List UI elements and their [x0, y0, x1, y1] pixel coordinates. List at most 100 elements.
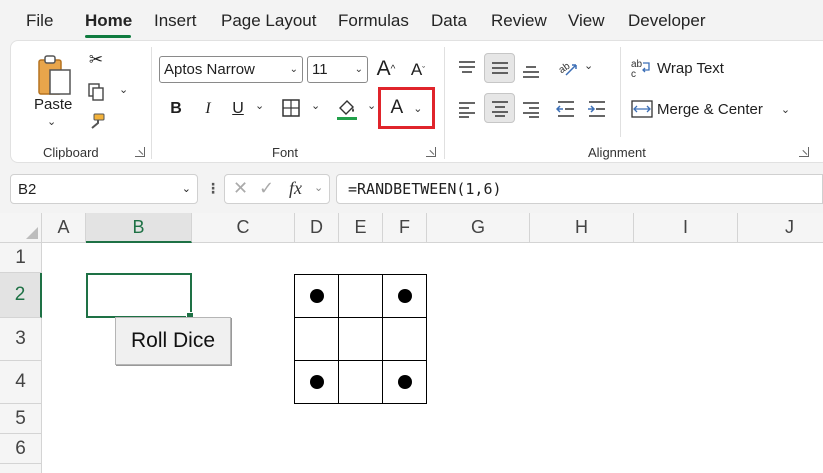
row-header-1[interactable]: 1	[0, 243, 42, 273]
font-name-value: Aptos Narrow	[164, 61, 255, 78]
name-box[interactable]: B2 ⌄	[10, 174, 198, 204]
fill-color-button[interactable]	[335, 95, 359, 123]
tab-data[interactable]: Data	[431, 11, 467, 31]
grow-font-icon: A	[376, 57, 391, 80]
paste-dropdown-chevron-icon[interactable]: ⌄	[47, 115, 56, 128]
orientation-dropdown-chevron-icon[interactable]: ⌄	[584, 59, 593, 72]
ribbon: Paste ⌄ ✂ ⌄ Clipboard Aptos Narrow ⌄ 11 …	[10, 40, 823, 163]
shrink-font-button[interactable]: Aˇ	[406, 57, 430, 83]
column-header-e[interactable]: E	[339, 213, 383, 243]
font-size-select[interactable]: 11 ⌄	[307, 56, 368, 83]
dice-cell	[383, 361, 426, 403]
select-all-button[interactable]	[0, 213, 42, 243]
align-left-button[interactable]	[454, 97, 480, 121]
chevron-down-icon[interactable]: ⌄	[314, 181, 323, 194]
font-color-button[interactable]: A ⌄	[378, 87, 435, 129]
cut-icon[interactable]: ✂	[86, 50, 106, 70]
enter-icon[interactable]: ✓	[259, 178, 274, 199]
row-header-7[interactable]	[0, 464, 42, 473]
group-separator	[620, 47, 621, 137]
svg-text:ab: ab	[558, 60, 573, 76]
roll-dice-button[interactable]: Roll Dice	[115, 317, 231, 365]
column-header-i[interactable]: I	[634, 213, 738, 243]
chevron-down-icon: ⌄	[181, 183, 191, 195]
chevron-down-icon: ⌄	[354, 64, 363, 75]
column-header-h[interactable]: H	[530, 213, 634, 243]
alignment-group-label: Alignment	[588, 145, 646, 160]
insert-function-icon[interactable]: fx	[289, 178, 302, 199]
column-header-f[interactable]: F	[383, 213, 427, 243]
tab-developer[interactable]: Developer	[628, 11, 706, 31]
copy-icon[interactable]	[85, 81, 107, 103]
dice-cell	[295, 275, 339, 318]
bold-button[interactable]: B	[165, 97, 187, 121]
more-options-icon[interactable]: ⋮	[206, 180, 220, 197]
align-center-button[interactable]	[484, 93, 515, 123]
fill-color-dropdown-chevron-icon[interactable]: ⌄	[367, 99, 376, 112]
cancel-icon[interactable]: ✕	[233, 178, 248, 199]
clipboard-dialog-launcher-icon[interactable]	[135, 147, 145, 157]
middle-align-icon	[491, 62, 508, 74]
font-dialog-launcher-icon[interactable]	[426, 147, 436, 157]
chevron-down-icon: ⌄	[289, 64, 298, 75]
orientation-icon: ab	[558, 60, 577, 76]
row-header-6[interactable]: 6	[0, 434, 42, 464]
row-header-4[interactable]: 4	[0, 361, 42, 404]
tab-file[interactable]: File	[26, 11, 53, 31]
tab-page-layout[interactable]: Page Layout	[221, 11, 316, 31]
column-header-b[interactable]: B	[86, 213, 192, 243]
increase-indent-button[interactable]	[584, 97, 610, 121]
tab-home[interactable]: Home	[85, 11, 132, 31]
dice-pip	[309, 375, 324, 389]
dice-cell	[339, 275, 383, 318]
format-painter-icon[interactable]	[85, 111, 107, 133]
italic-button[interactable]: I	[197, 97, 219, 121]
merge-center-button[interactable]: Merge & Center ⌄	[631, 95, 796, 123]
copy-dropdown-chevron-icon[interactable]: ⌄	[119, 83, 128, 96]
font-group-label: Font	[272, 145, 299, 160]
wrap-text-label: Wrap Text	[657, 59, 724, 77]
dice-pip	[397, 289, 412, 303]
grow-font-button[interactable]: A ^	[373, 55, 399, 83]
decrease-indent-button[interactable]	[553, 97, 579, 121]
tab-insert[interactable]: Insert	[154, 11, 197, 31]
formula-input[interactable]: =RANDBETWEEN(1,6)	[336, 174, 823, 204]
dice-face	[294, 274, 427, 404]
borders-icon	[282, 99, 300, 117]
dice-cell	[383, 275, 426, 318]
column-header-a[interactable]: A	[42, 213, 86, 243]
column-header-c[interactable]: C	[192, 213, 295, 243]
top-align-button[interactable]	[454, 55, 480, 81]
tab-review[interactable]: Review	[491, 11, 547, 31]
active-cell-b2[interactable]	[86, 273, 194, 320]
svg-text:c: c	[631, 69, 636, 78]
tab-formulas[interactable]: Formulas	[338, 11, 409, 31]
font-name-select[interactable]: Aptos Narrow ⌄	[159, 56, 303, 83]
column-header-g[interactable]: G	[427, 213, 530, 243]
formula-bar: B2 ⌄ ⋮ ✕ ✓ fx ⌄ =RANDBETWEEN(1,6)	[0, 174, 823, 204]
dice-cell	[339, 361, 383, 403]
middle-align-button[interactable]	[484, 53, 515, 83]
decrease-indent-icon	[556, 101, 574, 117]
formula-controls: ✕ ✓ fx ⌄	[224, 174, 330, 204]
wrap-text-button[interactable]: ab c Wrap Text	[631, 54, 771, 82]
orientation-button[interactable]: ab	[556, 55, 582, 81]
align-right-button[interactable]	[518, 97, 544, 121]
row-header-3[interactable]: 3	[0, 318, 42, 361]
column-header-j[interactable]: J	[738, 213, 823, 243]
borders-button[interactable]	[279, 96, 303, 120]
row-header-2[interactable]: 2	[0, 273, 42, 318]
alignment-dialog-launcher-icon[interactable]	[799, 147, 809, 157]
top-align-icon	[459, 61, 475, 73]
borders-dropdown-chevron-icon[interactable]: ⌄	[311, 99, 320, 112]
worksheet-grid[interactable]: A B C D E F G H I J 1 2 3 4 5 6 Roll Dic…	[0, 213, 823, 473]
tab-view[interactable]: View	[568, 11, 605, 31]
row-header-5[interactable]: 5	[0, 404, 42, 434]
increase-indent-icon	[588, 101, 605, 117]
underline-button[interactable]: U	[227, 97, 249, 121]
column-header-d[interactable]: D	[295, 213, 339, 243]
align-center-icon	[491, 101, 508, 117]
underline-dropdown-chevron-icon[interactable]: ⌄	[255, 99, 264, 112]
bottom-align-button[interactable]	[518, 55, 544, 83]
dice-pip	[397, 375, 412, 389]
